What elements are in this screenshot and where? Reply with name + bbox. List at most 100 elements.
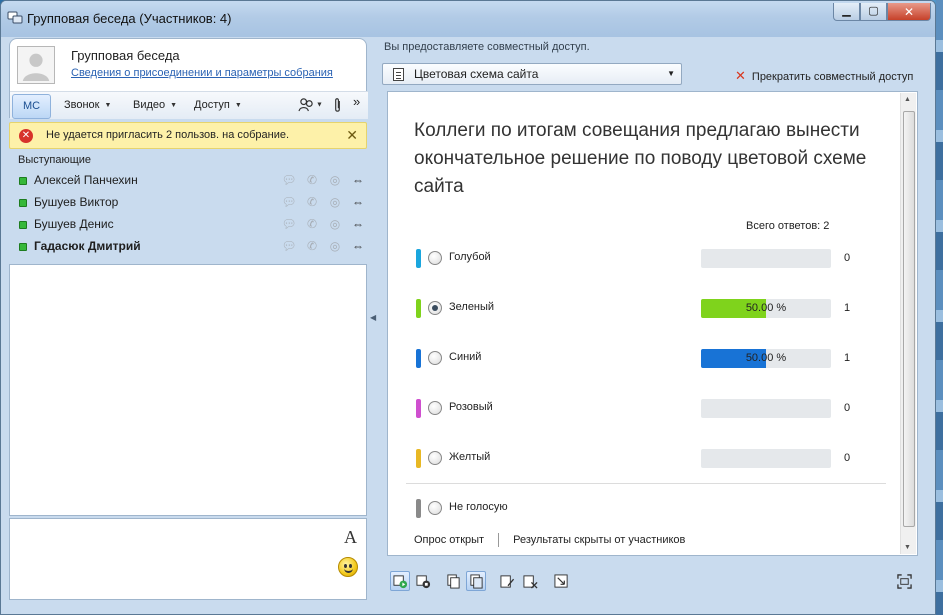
radio-button[interactable] — [428, 251, 442, 265]
video-icon[interactable]: ◎ — [327, 194, 343, 210]
swap-arrows-icon[interactable]: ⇔ — [350, 238, 366, 254]
presenter-toolbar — [387, 569, 918, 595]
thumbnails-button[interactable] — [466, 571, 486, 591]
message-icon[interactable]: 💬︎ — [281, 216, 297, 232]
present-play-icon — [392, 574, 407, 588]
participant-actions: 💬︎ ✆ ◎ ⇔ — [281, 194, 366, 210]
participant-row[interactable]: Алексей Панчехин 💬︎ ✆ ◎ ⇔ — [9, 170, 367, 192]
radio-button[interactable] — [428, 301, 442, 315]
vote-count: 1 — [844, 302, 851, 314]
save-results-button[interactable] — [551, 571, 571, 591]
poll-question: Коллеги по итогам совещания предлагаю вы… — [414, 120, 867, 197]
poll-option[interactable]: Зеленый 50.00 % 1 — [388, 299, 888, 321]
chevron-down-icon: ▼ — [104, 101, 112, 109]
poll-status-bar: Опрос открыт Результаты скрыты от участни… — [414, 533, 685, 547]
scroll-thumb[interactable] — [903, 111, 915, 527]
option-label: Голубой — [449, 251, 491, 263]
chat-history[interactable] — [9, 264, 367, 516]
fullscreen-icon — [896, 573, 912, 589]
close-icon: ✕ — [903, 4, 915, 19]
call-menu-button[interactable]: Звонок ▼ — [64, 99, 111, 111]
vote-count: 1 — [844, 352, 851, 364]
option-label: Синий — [449, 351, 482, 363]
emoticon-icon[interactable] — [338, 557, 358, 577]
font-button[interactable]: A — [344, 527, 357, 548]
radio-button[interactable] — [428, 351, 442, 365]
video-icon[interactable]: ◎ — [327, 172, 343, 188]
maximize-button[interactable]: ▢ — [860, 3, 887, 21]
message-icon[interactable]: 💬︎ — [281, 194, 297, 210]
color-swatch — [416, 449, 421, 468]
phone-icon[interactable]: ✆ — [304, 172, 320, 188]
poll-option[interactable]: Синий 50.00 % 1 — [388, 349, 888, 371]
attach-button[interactable] — [333, 97, 342, 117]
swap-arrows-icon[interactable]: ⇔ — [350, 172, 366, 188]
chevron-down-icon: ▼ — [170, 101, 178, 109]
person-silhouette-icon — [22, 53, 50, 82]
radio-button[interactable] — [428, 501, 442, 515]
edit-poll-button[interactable] — [497, 571, 517, 591]
video-icon[interactable]: ◎ — [327, 238, 343, 254]
access-menu-button[interactable]: Доступ ▼ — [194, 99, 242, 111]
participant-row[interactable]: Бушуев Виктор 💬︎ ✆ ◎ ⇔ — [9, 192, 367, 214]
poll-option[interactable]: Розовый 0 — [388, 399, 888, 421]
chevron-down-icon: ▼ — [667, 69, 675, 78]
desktop-background — [936, 0, 943, 615]
message-input[interactable]: A — [9, 518, 367, 600]
scroll-up-icon[interactable]: ▲ — [904, 96, 911, 103]
stop-sharing-button[interactable]: ✕ Прекратить совместный доступ — [735, 68, 913, 84]
start-presentation-button[interactable] — [390, 571, 410, 591]
swap-arrows-icon[interactable]: ⇔ — [350, 194, 366, 210]
video-icon[interactable]: ◎ — [327, 216, 343, 232]
participants-menu-button[interactable] — [298, 97, 315, 115]
color-swatch — [416, 299, 421, 318]
minimize-icon: ▁ — [842, 5, 851, 17]
vote-count: 0 — [844, 252, 851, 264]
stop-presentation-button[interactable] — [413, 571, 433, 591]
fullscreen-button[interactable] — [894, 571, 914, 591]
presence-available-icon — [19, 243, 27, 251]
phone-icon[interactable]: ✆ — [304, 238, 320, 254]
participant-row[interactable]: Гадасюк Дмитрий 💬︎ ✆ ◎ ⇔ — [9, 236, 367, 258]
pages-icon — [446, 573, 460, 589]
phone-icon[interactable]: ✆ — [304, 216, 320, 232]
poll-option[interactable]: Желтый 0 — [388, 449, 888, 471]
paperclip-icon — [335, 98, 340, 112]
participant-row[interactable]: Бушуев Денис 💬︎ ✆ ◎ ⇔ — [9, 214, 367, 236]
result-bar: 50.00 % — [701, 299, 831, 318]
minimize-button[interactable]: ▁ — [833, 3, 860, 21]
message-icon[interactable]: 💬︎ — [281, 172, 297, 188]
scroll-down-icon[interactable]: ▼ — [904, 544, 911, 551]
call-label: Звонок — [64, 99, 100, 111]
message-icon[interactable]: 💬︎ — [281, 238, 297, 254]
shared-content-dropdown[interactable]: Цветовая схема сайта ▼ — [382, 63, 682, 85]
color-swatch — [416, 349, 421, 368]
window-controls: ▁ ▢ ✕ — [833, 3, 931, 21]
chevron-down-icon[interactable]: ▼ — [316, 99, 323, 111]
overflow-button[interactable]: » — [353, 94, 360, 109]
close-alert-button[interactable]: ✕ — [346, 127, 358, 144]
collapse-arrow-icon[interactable]: ◀ — [370, 313, 376, 322]
clear-poll-button[interactable] — [520, 571, 540, 591]
swap-arrows-icon[interactable]: ⇔ — [350, 216, 366, 232]
poll-option[interactable]: Голубой 0 — [388, 249, 888, 271]
participant-actions: 💬︎ ✆ ◎ ⇔ — [281, 172, 366, 188]
participant-name: Алексей Панчехин — [34, 173, 138, 187]
video-menu-button[interactable]: Видео ▼ — [133, 99, 177, 111]
title-bar[interactable]: Групповая беседа (Участников: 4) ▁ ▢ ✕ — [1, 1, 935, 37]
tab-mc[interactable]: МС — [12, 94, 51, 119]
phone-icon[interactable]: ✆ — [304, 194, 320, 210]
radio-button[interactable] — [428, 401, 442, 415]
color-swatch — [416, 249, 421, 268]
group-conversation-icon — [7, 11, 23, 24]
invite-error-alert: ✕ Не удается пригласить 2 пользов. на со… — [9, 122, 367, 149]
poll-option-abstain[interactable]: Не голосую — [388, 499, 888, 521]
previous-page-button[interactable] — [443, 571, 463, 591]
vertical-scrollbar[interactable]: ▲ ▼ — [900, 93, 916, 554]
radio-button[interactable] — [428, 451, 442, 465]
close-window-button[interactable]: ✕ — [887, 3, 931, 21]
meeting-info-link[interactable]: Сведения о присоединении и параметры соб… — [71, 67, 333, 79]
video-label: Видео — [133, 99, 166, 111]
results-hidden-status: Результаты скрыты от участников — [513, 533, 686, 546]
poll-view: Коллеги по итогам совещания предлагаю вы… — [387, 91, 918, 556]
